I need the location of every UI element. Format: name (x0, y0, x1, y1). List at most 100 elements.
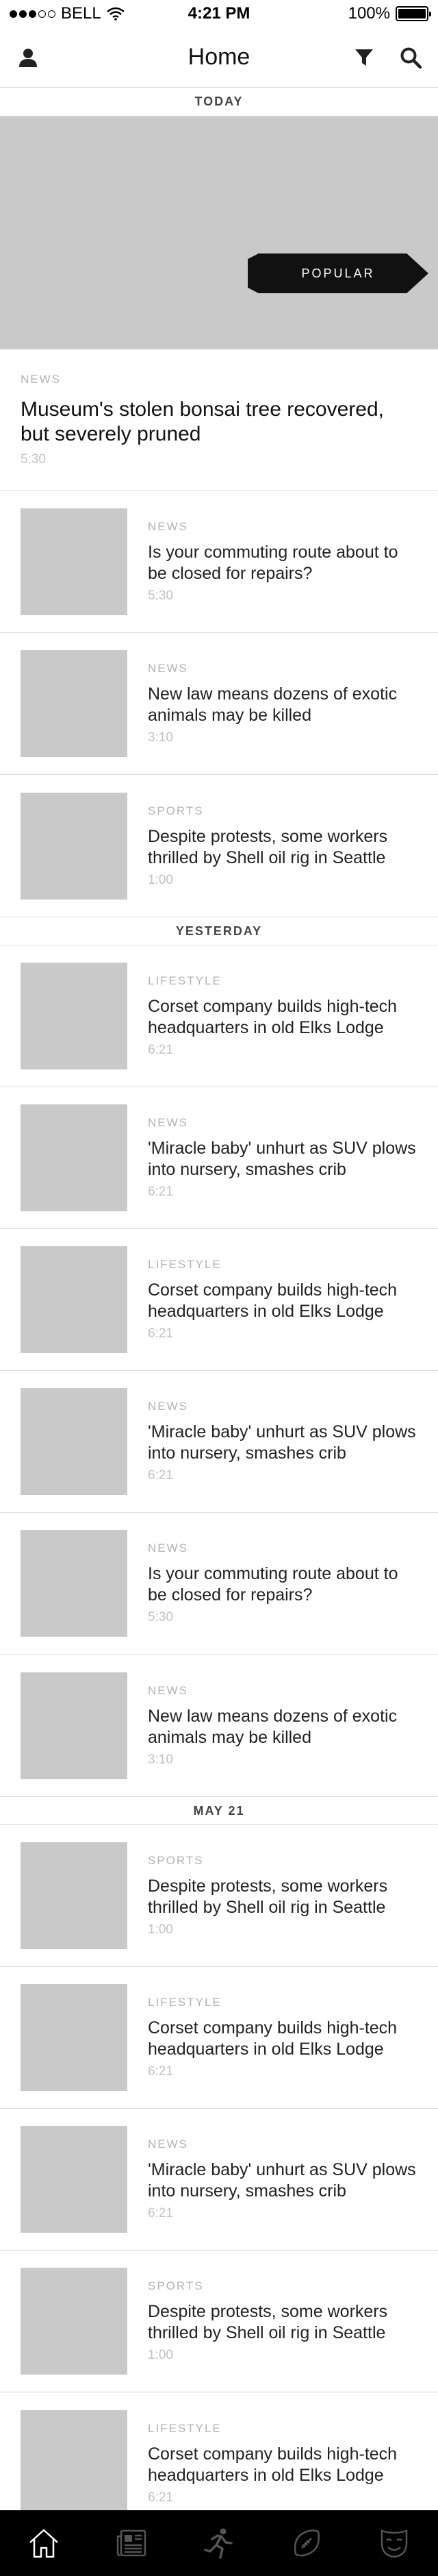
article-category: SPORTS (148, 2279, 204, 2292)
status-left: BELL (10, 4, 125, 23)
article-thumbnail[interactable] (21, 1672, 127, 1779)
article-thumbnail[interactable] (21, 1984, 127, 2091)
filter-icon (355, 49, 373, 66)
article-title[interactable]: Despite protests, some workers thrilled … (148, 1876, 417, 1918)
today-list: NEWS Is your commuting route about to be… (0, 491, 438, 917)
article-title[interactable]: Corset company builds high-tech headquar… (148, 2018, 417, 2060)
article-title[interactable]: Corset company builds high-tech headquar… (148, 1280, 417, 1322)
article-thumbnail[interactable] (21, 2410, 127, 2517)
article-category: NEWS (148, 1116, 188, 1129)
article-category: NEWS (148, 1683, 188, 1697)
nav-actions (355, 47, 422, 69)
list-item[interactable]: NEWS 'Miracle baby' unhurt as SUV plows … (0, 1087, 438, 1229)
battery-icon (396, 6, 431, 21)
user-icon (19, 48, 37, 67)
list-item[interactable]: LIFESTYLE Corset company builds high-tec… (0, 1229, 438, 1371)
article-title[interactable]: 'Miracle baby' unhurt as SUV plows into … (148, 1138, 417, 1180)
article-title[interactable]: Museum's stolen bonsai tree recovered, b… (21, 397, 417, 447)
list-item[interactable]: LIFESTYLE Corset company builds high-tec… (0, 945, 438, 1087)
article-category: SPORTS (148, 804, 204, 817)
article-time: 5:30 (148, 589, 173, 603)
article-thumbnail[interactable] (21, 1842, 127, 1949)
list-item[interactable]: SPORTS Despite protests, some workers th… (0, 2251, 438, 2392)
article-time: 1:00 (148, 1922, 173, 1937)
article-thumbnail[interactable] (21, 650, 127, 757)
article-thumbnail[interactable] (21, 1388, 127, 1495)
list-item[interactable]: SPORTS Despite protests, some workers th… (0, 1825, 438, 1967)
list-item[interactable]: LIFESTYLE Corset company builds high-tec… (0, 1967, 438, 2109)
article-category: NEWS (148, 1400, 188, 1413)
list-item[interactable]: SPORTS Despite protests, some workers th… (0, 775, 438, 917)
article-thumbnail[interactable] (21, 508, 127, 615)
football-icon (294, 2529, 320, 2557)
article-thumbnail[interactable] (21, 1246, 127, 1353)
article-time: 6:21 (148, 2490, 173, 2505)
article-category: NEWS (148, 2138, 188, 2151)
article-thumbnail[interactable] (21, 2126, 127, 2233)
hero-image[interactable]: POPULAR (0, 116, 438, 349)
article-title[interactable]: Despite protests, some workers thrilled … (148, 2301, 417, 2344)
article-title[interactable]: 'Miracle baby' unhurt as SUV plows into … (148, 1422, 417, 1464)
list-item[interactable]: NEWS 'Miracle baby' unhurt as SUV plows … (0, 1371, 438, 1513)
section-header-may-21: MAY 21 (0, 1796, 438, 1825)
search-icon (400, 47, 422, 69)
list-item[interactable]: NEWS Is your commuting route about to be… (0, 1513, 438, 1655)
article-title[interactable]: Corset company builds high-tech headquar… (148, 996, 417, 1039)
may21-list: SPORTS Despite protests, some workers th… (0, 1825, 438, 2534)
list-item[interactable]: NEWS New law means dozens of exotic anim… (0, 1655, 438, 1796)
section-header-yesterday: YESTERDAY (0, 917, 438, 945)
article-category: LIFESTYLE (148, 974, 222, 987)
profile-button[interactable] (18, 47, 38, 68)
section-header-today: TODAY (0, 88, 438, 116)
tab-home[interactable] (16, 2516, 71, 2571)
tab-football[interactable] (279, 2516, 334, 2571)
article-title[interactable]: 'Miracle baby' unhurt as SUV plows into … (148, 2159, 417, 2202)
article-title[interactable]: New law means dozens of exotic animals m… (148, 1706, 417, 1748)
yesterday-list: LIFESTYLE Corset company builds high-tec… (0, 945, 438, 1796)
article-category: NEWS (148, 520, 188, 533)
article-thumbnail[interactable] (21, 1104, 127, 1211)
article-thumbnail[interactable] (21, 1530, 127, 1637)
article-time: 6:21 (148, 1326, 173, 1341)
article-time: 6:21 (148, 2064, 173, 2079)
news-icon (116, 2529, 146, 2557)
list-item[interactable]: NEWS Is your commuting route about to be… (0, 491, 438, 633)
app-screen: BELL 4:21 PM 100% Home TODAY POPULAR NEW… (0, 0, 438, 2576)
article-title[interactable]: Is your commuting route about to be clos… (148, 1563, 417, 1606)
article-time: 6:21 (148, 2206, 173, 2220)
article-category: NEWS (148, 1541, 188, 1555)
status-bar: BELL 4:21 PM 100% (0, 0, 438, 27)
entertainment-icon (381, 2529, 408, 2558)
tab-entertainment[interactable] (367, 2516, 422, 2571)
article-time: 1:00 (148, 2348, 173, 2362)
article-thumbnail[interactable] (21, 2268, 127, 2375)
search-button[interactable] (400, 47, 422, 69)
article-time: 6:21 (148, 1468, 173, 1483)
article-thumbnail[interactable] (21, 963, 127, 1069)
article-title[interactable]: New law means dozens of exotic animals m… (148, 684, 417, 726)
list-item[interactable]: NEWS New law means dozens of exotic anim… (0, 633, 438, 775)
filter-button[interactable] (355, 48, 374, 67)
article-category: LIFESTYLE (148, 1996, 222, 2009)
article-time: 6:21 (148, 1043, 173, 1057)
article-time: 3:10 (148, 730, 173, 745)
nav-bar: Home (0, 27, 438, 88)
article-category: LIFESTYLE (148, 1258, 222, 1271)
featured-article[interactable]: NEWS Museum's stolen bonsai tree recover… (0, 349, 438, 491)
article-time: 6:21 (148, 1185, 173, 1199)
popular-badge[interactable]: POPULAR (248, 253, 428, 293)
article-time: 5:30 (21, 452, 46, 467)
article-title[interactable]: Is your commuting route about to be clos… (148, 542, 417, 584)
battery-percent: 100% (348, 4, 390, 23)
article-time: 1:00 (148, 872, 173, 887)
article-title[interactable]: Despite protests, some workers thrilled … (148, 826, 417, 869)
tab-news[interactable] (104, 2516, 159, 2571)
tab-sports[interactable] (192, 2516, 246, 2571)
article-category: LIFESTYLE (148, 2421, 222, 2435)
list-item[interactable]: NEWS 'Miracle baby' unhurt as SUV plows … (0, 2109, 438, 2251)
article-title[interactable]: Corset company builds high-tech headquar… (148, 2444, 417, 2486)
article-time: 3:10 (148, 1752, 173, 1767)
article-thumbnail[interactable] (21, 792, 127, 900)
article-time: 5:30 (148, 1610, 173, 1624)
sports-icon (204, 2528, 233, 2559)
